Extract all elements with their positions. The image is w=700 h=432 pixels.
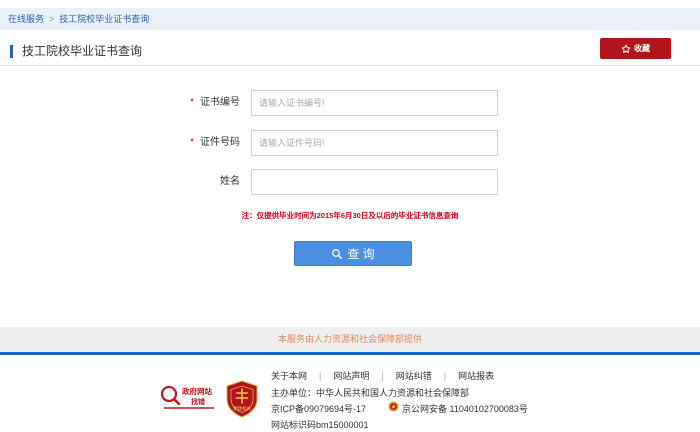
name-label: 姓名 — [220, 176, 240, 187]
breadcrumb-separator: > — [49, 14, 55, 24]
query-button[interactable]: 查 询 — [294, 241, 412, 266]
id-no-label: * 证件号码 — [190, 137, 240, 148]
breadcrumb-online-services[interactable]: 在线服务 — [8, 14, 44, 24]
form-row-id-no: * 证件号码 — [0, 130, 700, 156]
gov-badge-line2: 找错 — [191, 397, 205, 406]
favorite-button[interactable]: 收藏 — [600, 38, 671, 59]
footer-link-separator: | — [319, 371, 322, 381]
form-row-name: 姓名 — [0, 169, 700, 195]
footer-icp[interactable]: 京ICP备09079694号-17 — [271, 402, 366, 415]
breadcrumb: 在线服务 > 技工院校毕业证书查询 — [0, 8, 700, 30]
gov-site-error-badge[interactable]: 政府网站 找错 — [160, 382, 217, 412]
id-no-input[interactable] — [251, 130, 498, 156]
name-input[interactable] — [251, 169, 498, 195]
footer-site-id: 网站标识码bm15000001 — [271, 420, 369, 430]
cert-no-input[interactable] — [251, 90, 498, 116]
cert-no-label: * 证书编号 — [190, 97, 240, 108]
query-note: 注：仅提供毕业时间为2015年6月30日及以后的毕业证书信息查询 — [241, 211, 459, 220]
footer-link-report[interactable]: 网站报表 — [458, 371, 494, 381]
favorite-label: 收藏 — [634, 44, 650, 53]
footer-links: 关于本网 | 网站声明 | 网站纠错 | 网站报表 — [271, 369, 494, 382]
required-mark: * — [190, 97, 194, 108]
title-bar: 技工院校毕业证书查询 — [0, 36, 700, 66]
provided-by-bar: 本服务由人力资源和社会保障部提供 — [0, 327, 700, 352]
page-title: 技工院校毕业证书查询 — [22, 44, 143, 58]
footer-link-statement[interactable]: 网站声明 — [333, 371, 369, 381]
form-row-cert-no: * 证书编号 — [0, 90, 700, 116]
query-label: 查 询 — [347, 247, 375, 261]
party-gov-emblem[interactable]: 党政机关 — [225, 380, 259, 418]
footer-police-record[interactable]: 京公网安备 11040102700083号 — [402, 402, 528, 415]
footer-link-separator: | — [443, 371, 447, 381]
footer-divider — [0, 352, 700, 355]
star-icon — [621, 44, 631, 53]
search-icon — [332, 248, 343, 259]
footer-sponsor: 主办单位：中华人民共和国人力资源和社会保障部 — [271, 388, 470, 398]
gov-badge-line1: 政府网站 — [182, 386, 212, 396]
footer-link-about[interactable]: 关于本网 — [271, 371, 307, 381]
breadcrumb-current[interactable]: 技工院校毕业证书查询 — [59, 14, 149, 24]
emblem-text: 党政机关 — [233, 405, 251, 412]
required-mark: * — [190, 137, 194, 148]
title-marker — [10, 45, 13, 58]
police-badge-icon — [388, 401, 399, 412]
footer-link-separator: | — [381, 371, 384, 381]
footer-link-error-report[interactable]: 网站纠错 — [396, 371, 432, 381]
